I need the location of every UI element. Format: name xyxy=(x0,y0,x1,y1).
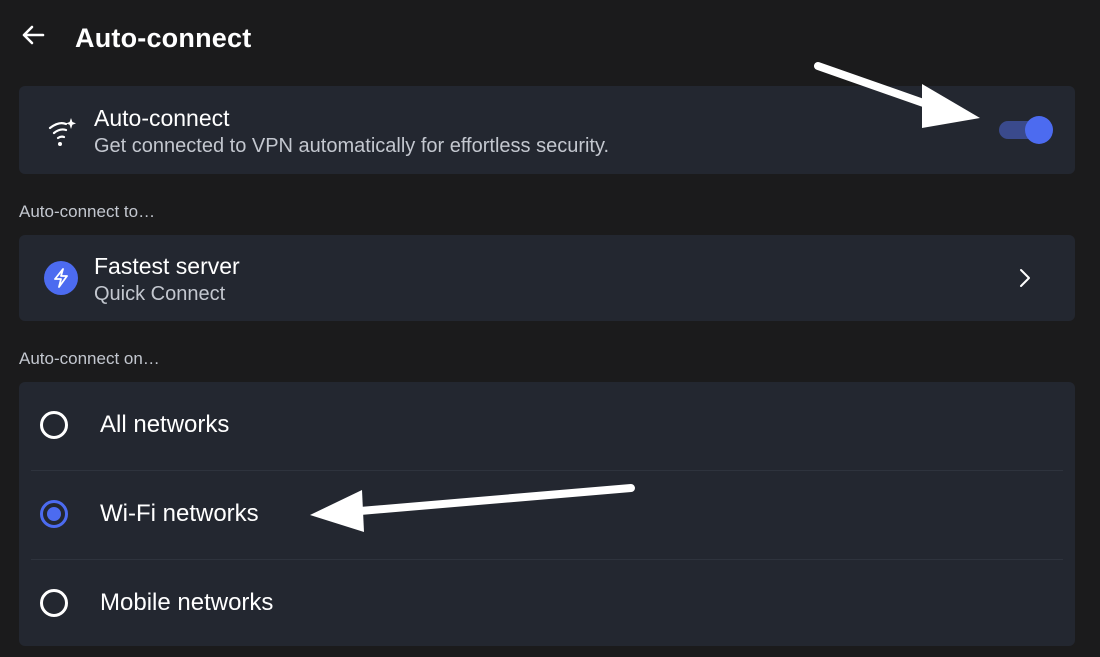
network-option-label: Wi-Fi networks xyxy=(100,500,259,527)
radio-all-networks[interactable] xyxy=(40,411,68,439)
network-options-card: All networks Wi-Fi networks Mobile netwo… xyxy=(19,382,1075,646)
radio-wifi-networks[interactable] xyxy=(40,500,68,528)
page-title: Auto-connect xyxy=(75,23,252,53)
network-option-label: Mobile networks xyxy=(100,589,274,616)
network-option-all[interactable]: All networks xyxy=(19,382,1075,470)
network-option-wifi[interactable]: Wi-Fi networks xyxy=(19,471,1075,559)
bolt-icon xyxy=(44,261,78,295)
quick-connect-subtitle: Quick Connect xyxy=(94,283,226,305)
header: Auto-connect xyxy=(0,0,1100,76)
network-option-label: All networks xyxy=(100,411,230,438)
fastest-server-title: Fastest server xyxy=(94,253,240,279)
auto-connect-settings-page: Auto-connect Auto-connect Get connected … xyxy=(0,0,1100,657)
auto-connect-subtitle: Get connected to VPN automatically for e… xyxy=(94,135,610,157)
auto-connect-title: Auto-connect xyxy=(94,105,230,131)
wifi-sparkle-icon xyxy=(45,114,79,148)
section-label-auto-connect-on: Auto-connect on… xyxy=(19,349,160,368)
section-label-auto-connect-to: Auto-connect to… xyxy=(19,202,156,221)
back-button[interactable] xyxy=(16,20,50,54)
radio-mobile-networks[interactable] xyxy=(40,589,68,617)
network-option-mobile[interactable]: Mobile networks xyxy=(19,560,1075,648)
auto-connect-toggle[interactable] xyxy=(999,116,1053,144)
arrow-left-icon xyxy=(21,25,45,50)
fastest-server-row[interactable]: Fastest server Quick Connect xyxy=(19,235,1075,321)
chevron-right-icon[interactable] xyxy=(1015,265,1035,291)
auto-connect-toggle-card: Auto-connect Get connected to VPN automa… xyxy=(19,86,1075,174)
toggle-knob xyxy=(1025,116,1053,144)
